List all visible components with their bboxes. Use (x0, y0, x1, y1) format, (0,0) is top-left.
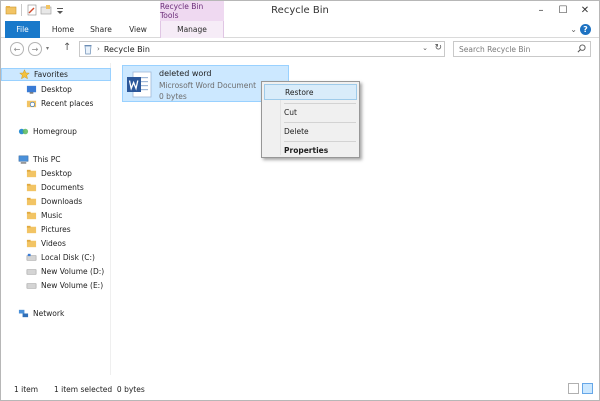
window-controls: – ☐ ✕ (533, 3, 593, 17)
nav-item-new-volume-d[interactable]: New Volume (D:) (25, 265, 104, 278)
nav-item-recent-places[interactable]: Recent places (25, 97, 93, 110)
nav-item-pc-desktop[interactable]: Desktop (25, 167, 72, 180)
nav-item-favorites[interactable]: Favorites (1, 68, 111, 81)
folder-icon (25, 168, 37, 180)
breadcrumb-recycle-bin[interactable]: Recycle Bin (104, 45, 150, 54)
ribbon-tabs: File Home Share View Manage ⌄ ? (1, 21, 599, 38)
nav-item-network[interactable]: Network (1, 307, 64, 320)
large-icons-view-icon[interactable] (582, 383, 593, 394)
status-bar: 1 item 1 item selected 0 bytes (1, 379, 599, 400)
recent-locations-icon[interactable]: ▾ (46, 45, 49, 52)
file-type: Microsoft Word Document (159, 81, 257, 90)
tab-home[interactable]: Home (47, 21, 79, 38)
tab-view[interactable]: View (123, 21, 153, 38)
folder-icon (25, 196, 37, 208)
recent-places-icon (25, 98, 37, 110)
drive-icon (25, 266, 37, 278)
tab-share[interactable]: Share (85, 21, 117, 38)
details-view-icon[interactable] (568, 383, 579, 394)
recycle-bin-icon (82, 43, 94, 55)
folder-icon (25, 238, 37, 250)
view-switcher (568, 383, 593, 394)
menu-item-cut[interactable]: Cut (264, 104, 357, 120)
status-selection: 1 item selected 0 bytes (54, 385, 145, 394)
title-bar: Recycle Bin Tools Recycle Bin – ☐ ✕ (1, 1, 599, 21)
search-input[interactable]: Search Recycle Bin (453, 41, 591, 57)
status-item-count: 1 item (14, 385, 39, 394)
close-button[interactable]: ✕ (577, 3, 593, 17)
word-document-icon (126, 71, 152, 98)
menu-item-properties[interactable]: Properties (264, 142, 357, 158)
quick-access-toolbar (5, 4, 66, 16)
nav-item-pictures[interactable]: Pictures (25, 223, 71, 236)
computer-icon (17, 154, 29, 166)
search-placeholder: Search Recycle Bin (459, 44, 531, 54)
navigation-pane: Favorites Desktop Recent places Homegrou… (1, 63, 111, 375)
explorer-window: Recycle Bin Tools Recycle Bin – ☐ ✕ File… (0, 0, 600, 401)
context-menu: Restore Cut Delete Properties (261, 81, 360, 158)
file-size: 0 bytes (159, 92, 187, 101)
drive-icon (25, 252, 37, 264)
address-row: ← → ▾ ↑ › Recycle Bin ⌄ ↻ Search Recycle… (1, 39, 599, 59)
nav-item-homegroup[interactable]: Homegroup (1, 125, 77, 138)
drive-icon (25, 280, 37, 292)
nav-item-downloads[interactable]: Downloads (25, 195, 82, 208)
folder-icon[interactable] (5, 4, 17, 16)
tab-manage[interactable]: Manage (160, 21, 224, 38)
menu-item-delete[interactable]: Delete (264, 123, 357, 139)
nav-item-local-disk-c[interactable]: Local Disk (C:) (25, 251, 95, 264)
tab-file[interactable]: File (5, 21, 40, 38)
forward-button[interactable]: → (28, 42, 42, 56)
star-icon (18, 69, 30, 81)
nav-item-documents[interactable]: Documents (25, 181, 84, 194)
customize-qat-icon[interactable] (54, 4, 66, 16)
nav-item-new-volume-e[interactable]: New Volume (E:) (25, 279, 103, 292)
refresh-icon[interactable]: ↻ (434, 43, 442, 53)
menu-item-restore[interactable]: Restore (264, 84, 357, 100)
folder-icon (25, 224, 37, 236)
help-icon[interactable]: ? (580, 24, 591, 35)
nav-item-this-pc[interactable]: This PC (1, 153, 60, 166)
file-name: deleted word (159, 69, 212, 78)
breadcrumb-chevron-icon[interactable]: › (97, 45, 100, 53)
minimize-button[interactable]: – (533, 3, 549, 17)
new-folder-icon[interactable] (40, 4, 52, 16)
nav-item-videos[interactable]: Videos (25, 237, 66, 250)
desktop-icon (25, 84, 37, 96)
expand-ribbon-icon[interactable]: ⌄ (570, 25, 577, 34)
address-bar[interactable]: › Recycle Bin ⌄ ↻ (79, 41, 445, 57)
qat-divider (21, 4, 22, 16)
network-icon (17, 308, 29, 320)
address-dropdown-icon[interactable]: ⌄ (422, 44, 428, 52)
properties-icon[interactable] (26, 4, 38, 16)
window-title: Recycle Bin (271, 5, 329, 16)
recycle-bin-tools-label: Recycle Bin Tools (160, 1, 224, 21)
maximize-button[interactable]: ☐ (555, 3, 571, 17)
back-button[interactable]: ← (10, 42, 24, 56)
up-button[interactable]: ↑ (63, 42, 71, 53)
folder-icon (25, 182, 37, 194)
search-icon[interactable] (577, 43, 586, 55)
homegroup-icon (17, 126, 29, 138)
nav-item-desktop[interactable]: Desktop (25, 83, 72, 96)
folder-icon (25, 210, 37, 222)
nav-item-music[interactable]: Music (25, 209, 62, 222)
